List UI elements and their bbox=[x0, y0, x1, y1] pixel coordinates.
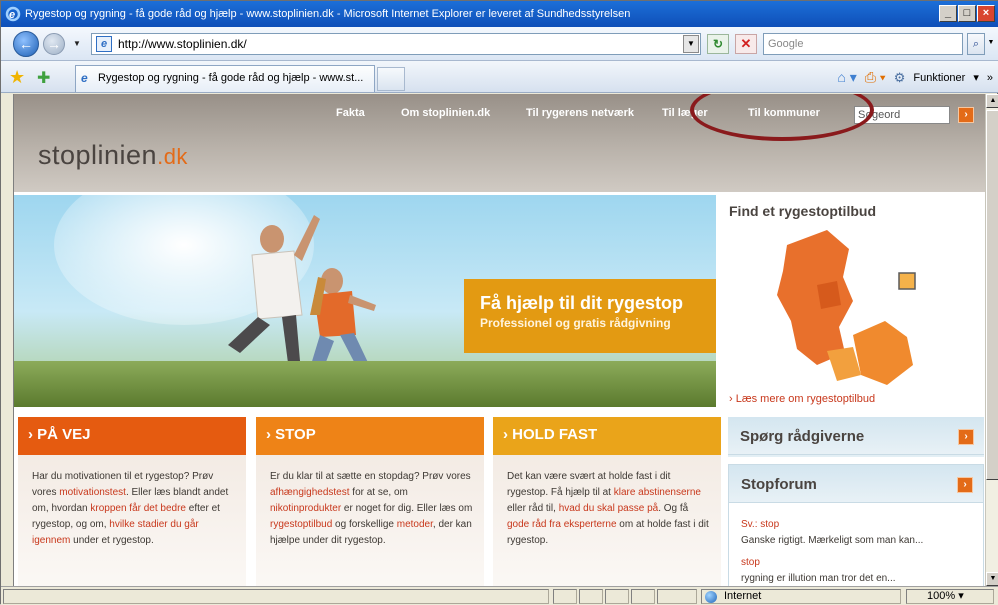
back-button[interactable]: ← bbox=[13, 31, 39, 57]
stopforum-arrow-icon[interactable]: › bbox=[957, 477, 973, 493]
link-kroppen[interactable]: kroppen får det bedre bbox=[90, 503, 186, 514]
nav-link-rygerens-netvaerk[interactable]: Til rygerens netværk bbox=[526, 107, 634, 119]
map-panel: Find et rygestoptilbud › Læs mere om ryg… bbox=[721, 195, 985, 410]
vertical-scrollbar[interactable]: ▲ ▼ bbox=[985, 94, 998, 586]
link-afhaengighedstest[interactable]: afhængighedstest bbox=[270, 487, 350, 498]
annotation-circle bbox=[690, 94, 874, 141]
link-nikotinprodukter[interactable]: nikotinprodukter bbox=[270, 503, 341, 514]
print-icon[interactable]: ⎙ ▾ bbox=[865, 69, 886, 86]
link-metoder[interactable]: metoder bbox=[397, 519, 433, 530]
column-stop: › STOP Er du klar til at sætte en stopda… bbox=[256, 417, 484, 586]
tools-dropdown-icon[interactable]: ▾ bbox=[973, 71, 979, 84]
map-title: Find et rygestoptilbud bbox=[729, 203, 876, 219]
minimize-button[interactable]: _ bbox=[939, 5, 957, 22]
tools-menu-label[interactable]: Funktioner bbox=[913, 72, 965, 84]
chevron-more-icon[interactable]: » bbox=[987, 72, 993, 84]
map-read-more-link[interactable]: › Læs mere om rygestoptilbud bbox=[729, 393, 875, 405]
zoom-control[interactable]: 100% ▾ bbox=[906, 589, 994, 604]
column-hold-fast-title[interactable]: › HOLD FAST bbox=[493, 417, 721, 455]
add-favorites-icon[interactable]: ✚ bbox=[37, 68, 50, 88]
stopforum-title[interactable]: Stopforum › bbox=[729, 465, 983, 503]
stop-button[interactable]: ✕ bbox=[735, 34, 757, 54]
denmark-map[interactable] bbox=[757, 225, 937, 390]
tab-page-icon: e bbox=[81, 71, 88, 85]
address-field[interactable]: e http://www.stoplinien.dk/ bbox=[91, 33, 701, 55]
address-url: http://www.stoplinien.dk/ bbox=[118, 37, 247, 51]
hero-banner[interactable]: Få hjælp til dit rygestop Professionel o… bbox=[14, 195, 716, 407]
status-bar: Internet 100% ▾ bbox=[1, 586, 998, 605]
column-paa-vej: › PÅ VEJ Har du motivationen til et ryge… bbox=[18, 417, 246, 586]
search-dropdown-icon[interactable]: ▼ bbox=[986, 33, 996, 55]
command-bar: ⌂ ▾ ⎙ ▾ ⚙ Funktioner ▾ » bbox=[837, 69, 993, 86]
page-icon: e bbox=[96, 36, 112, 52]
maximize-button[interactable]: □ bbox=[958, 5, 976, 22]
forum-post-title[interactable]: stop bbox=[741, 555, 971, 571]
search-input[interactable]: Google bbox=[763, 33, 963, 55]
nav-link-om-stoplinien[interactable]: Om stoplinien.dk bbox=[401, 107, 490, 119]
scroll-thumb[interactable] bbox=[986, 110, 998, 480]
forum-post-excerpt: rygning er illution man tror det en... bbox=[741, 573, 896, 584]
scroll-down-icon[interactable]: ▼ bbox=[986, 572, 998, 586]
link-gode-raad[interactable]: gode råd fra eksperterne bbox=[507, 519, 617, 530]
logo-main: stoplinien bbox=[38, 140, 158, 170]
navigation-bar: ← → ▼ e http://www.stoplinien.dk/ ▼ ↻ ✕ … bbox=[1, 27, 998, 61]
link-abstinenserne[interactable]: klare abstinenserne bbox=[614, 487, 701, 498]
site-header: Fakta Om stoplinien.dk Til rygerens netv… bbox=[14, 94, 985, 192]
tools-icon[interactable]: ⚙ bbox=[894, 70, 906, 86]
history-dropdown-icon[interactable]: ▼ bbox=[73, 39, 81, 48]
column-stop-title[interactable]: › STOP bbox=[256, 417, 484, 455]
link-motivationstest[interactable]: motivationstest bbox=[59, 487, 126, 498]
new-tab-button[interactable] bbox=[377, 67, 405, 91]
forward-button[interactable]: → bbox=[43, 33, 65, 55]
page-viewport: Fakta Om stoplinien.dk Til rygerens netv… bbox=[13, 94, 985, 586]
home-icon[interactable]: ⌂ ▾ bbox=[837, 69, 856, 86]
stopforum-box: Stopforum › Sv.: stop Ganske rigtigt. Mæ… bbox=[728, 464, 984, 586]
ask-advisors-arrow-icon[interactable]: › bbox=[958, 429, 974, 445]
address-dropdown-icon[interactable]: ▼ bbox=[683, 35, 699, 53]
refresh-button[interactable]: ↻ bbox=[707, 34, 729, 54]
ie-logo-icon: e bbox=[5, 6, 21, 22]
browser-window: e Rygestop og rygning - få gode råd og h… bbox=[0, 0, 998, 605]
title-bar: e Rygestop og rygning - få gode råd og h… bbox=[1, 1, 998, 27]
hero-heading: Få hjælp til dit rygestop bbox=[480, 293, 684, 313]
security-zone[interactable]: Internet bbox=[701, 589, 901, 604]
site-search-button[interactable]: › bbox=[958, 107, 974, 123]
hero-call-to-action[interactable]: Få hjælp til dit rygestop Professionel o… bbox=[464, 279, 716, 353]
forum-post[interactable]: stop rygning er illution man tror det en… bbox=[729, 555, 983, 586]
forum-post[interactable]: Sv.: stop Ganske rigtigt. Mærkeligt som … bbox=[729, 517, 983, 549]
link-passe-paa[interactable]: hvad du skal passe på bbox=[559, 503, 659, 514]
logo-suffix: .dk bbox=[157, 144, 188, 169]
tab-title: Rygestop og rygning - få gode råd og hjæ… bbox=[98, 72, 364, 84]
svg-text:e: e bbox=[9, 9, 15, 21]
ask-advisors-title: Spørg rådgiverne › bbox=[728, 417, 984, 455]
hero-subheading: Professionel og gratis rådgivning bbox=[480, 316, 671, 330]
tab-active[interactable]: e Rygestop og rygning - få gode råd og h… bbox=[75, 65, 375, 92]
ask-advisors-box[interactable]: Spørg rådgiverne › bbox=[728, 417, 984, 457]
zoom-value: 100% bbox=[927, 590, 956, 602]
tab-bar: ★ ✚ e Rygestop og rygning - få gode råd … bbox=[1, 61, 998, 93]
window-title: Rygestop og rygning - få gode råd og hjæ… bbox=[25, 8, 631, 20]
link-rygestoptilbud[interactable]: rygestoptilbud bbox=[270, 519, 332, 530]
forum-post-title[interactable]: Sv.: stop bbox=[741, 517, 971, 533]
close-button[interactable]: × bbox=[977, 5, 995, 22]
globe-icon bbox=[705, 591, 717, 603]
scroll-up-icon[interactable]: ▲ bbox=[986, 94, 998, 108]
site-logo[interactable]: stoplinien.dk bbox=[38, 140, 188, 171]
column-paa-vej-title[interactable]: › PÅ VEJ bbox=[18, 417, 246, 455]
status-text-cell bbox=[3, 589, 549, 604]
nav-link-fakta[interactable]: Fakta bbox=[336, 107, 365, 119]
column-stop-body: Er du klar til at sætte en stopdag? Prøv… bbox=[256, 455, 484, 586]
favorites-star-icon[interactable]: ★ bbox=[9, 67, 25, 88]
zone-label: Internet bbox=[724, 590, 762, 602]
forum-post-excerpt: Ganske rigtigt. Mærkeligt som man kan... bbox=[741, 535, 924, 546]
column-hold-fast-body: Det kan være svært at holde fast i dit r… bbox=[493, 455, 721, 586]
column-paa-vej-body: Har du motivationen til et rygestop? Prø… bbox=[18, 455, 246, 586]
column-hold-fast: › HOLD FAST Det kan være svært at holde … bbox=[493, 417, 721, 586]
search-button[interactable]: ⌕ bbox=[967, 33, 985, 55]
